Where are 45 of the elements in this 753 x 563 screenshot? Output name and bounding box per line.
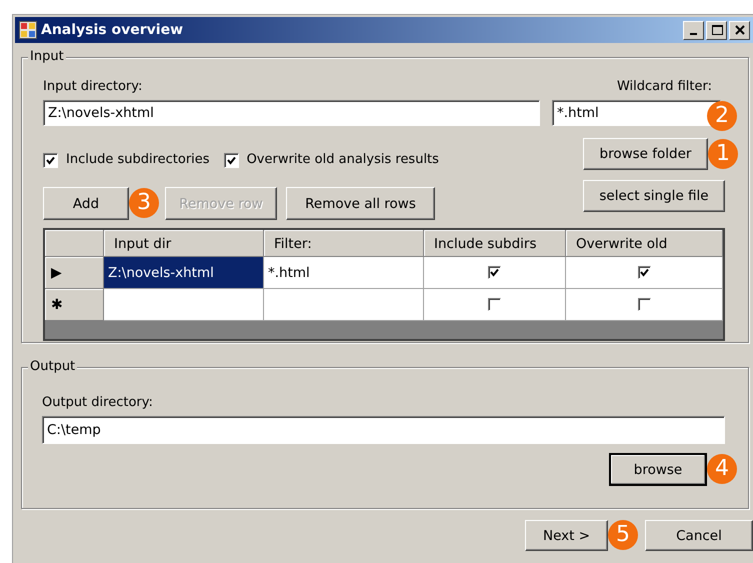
table-cell[interactable] [264, 289, 424, 321]
column-header[interactable]: Filter: [264, 230, 424, 257]
number-badge: 5 [608, 520, 638, 550]
checkmark-icon [640, 268, 648, 277]
action-button[interactable]: Remove all rows [286, 187, 435, 220]
checkbox[interactable] [43, 152, 58, 168]
minimize-icon [690, 33, 697, 35]
group-label: Input [28, 48, 66, 66]
checkmark-icon [226, 156, 236, 164]
group-label: Output [28, 358, 78, 376]
window-title: Analysis overview [41, 22, 184, 38]
maximize-button[interactable] [706, 20, 727, 40]
close-button[interactable] [729, 20, 750, 40]
table-cell[interactable] [104, 289, 264, 321]
maximize-icon [710, 24, 722, 36]
number-badge: 3 [129, 188, 159, 218]
app-icon [19, 21, 37, 39]
row-header[interactable]: ▶ [45, 257, 104, 289]
checkbox[interactable] [224, 152, 239, 168]
row-header[interactable]: ✱ [45, 289, 104, 321]
field-label: Wildcard filter: [616, 79, 712, 95]
output-field[interactable]: C:\temp [42, 416, 725, 444]
table-cell[interactable]: *.html [264, 257, 424, 289]
checkbox-label: Include subdirectories [66, 152, 210, 168]
browse-button[interactable]: browse [609, 453, 707, 486]
table-cell[interactable]: Z:\novels-xhtml [104, 257, 264, 289]
number-badge: 2 [707, 101, 737, 131]
input-field[interactable]: Z:\novels-xhtml [43, 100, 540, 126]
column-header[interactable]: Input dir [104, 230, 264, 257]
action-button[interactable]: Next > [525, 520, 608, 551]
field-label: Input directory: [43, 79, 142, 95]
minimize-button[interactable] [683, 20, 704, 40]
number-badge: 1 [708, 139, 738, 169]
action-button[interactable]: Cancel [645, 520, 753, 551]
column-header[interactable]: Overwrite old [566, 230, 723, 257]
close-icon [734, 24, 746, 36]
field-label: Output directory: [42, 395, 153, 411]
action-button[interactable]: select single file [583, 180, 725, 212]
action-button[interactable]: browse folder [583, 138, 708, 170]
column-header[interactable]: Include subdirs [424, 230, 566, 257]
action-button[interactable]: Add [43, 187, 129, 220]
checkbox-label: Overwrite old analysis results [246, 152, 439, 168]
checkmark-icon [490, 268, 499, 277]
number-badge: 4 [707, 454, 737, 484]
checkmark-icon [46, 156, 55, 164]
